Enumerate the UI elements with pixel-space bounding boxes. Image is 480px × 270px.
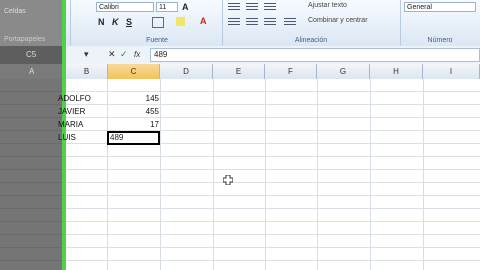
font-group-label: Fuente [146, 37, 168, 44]
left-panel-namebox: C5 [0, 46, 62, 64]
left-panel-label: Portapapeles [4, 36, 46, 43]
number-group-label: Número [427, 37, 453, 44]
ribbon: Calibri 11 A N K S A Fuente Ajustar text… [66, 0, 480, 47]
align-bottom-icon[interactable] [264, 3, 276, 11]
grid-line [423, 79, 424, 270]
name-box-ref: C5 [26, 50, 37, 59]
left-panel: Celdas Portapapeles C5 A [0, 0, 62, 270]
align-right-icon[interactable] [264, 18, 276, 26]
fill-color-icon[interactable] [176, 17, 185, 26]
bold-button[interactable]: N [98, 17, 105, 27]
alignment-group: Ajustar texto Combinar y centrar Alineac… [222, 0, 401, 46]
ribbon-clipboard-edge [66, 0, 71, 46]
underline-button[interactable]: S [126, 17, 132, 27]
wrap-text-button[interactable]: Ajustar texto [308, 2, 347, 9]
cell-b5[interactable]: LUIS [58, 131, 76, 144]
grow-font-button[interactable]: A [182, 2, 189, 12]
grid-line [265, 79, 266, 270]
col-header-c[interactable]: C [108, 64, 160, 79]
indent-icon[interactable] [284, 18, 296, 26]
number-group: General Número [400, 0, 480, 46]
font-color-button[interactable]: A [200, 16, 207, 26]
active-cell-c5[interactable]: 489 [107, 131, 160, 145]
cell-b4[interactable]: MARIA [58, 118, 83, 131]
grid-line [160, 79, 161, 270]
left-panel-title: Celdas [4, 8, 26, 15]
alignment-group-label: Alineación [294, 37, 328, 44]
left-panel-rows [0, 79, 62, 270]
grid-line [317, 79, 318, 270]
col-header-g[interactable]: G [317, 64, 370, 79]
col-header-h[interactable]: H [370, 64, 423, 79]
cell-b3[interactable]: JAVIER [58, 105, 85, 118]
font-name-box[interactable]: Calibri [96, 2, 154, 12]
grid-line [370, 79, 371, 270]
cancel-entry-button[interactable]: ✕ [108, 49, 116, 60]
borders-icon[interactable] [152, 17, 164, 28]
col-a-label: A [29, 67, 35, 76]
enter-entry-button[interactable]: ✓ [120, 49, 128, 60]
col-header-i[interactable]: I [423, 64, 480, 79]
crosshair-cursor-icon [223, 175, 233, 185]
col-header-b[interactable]: B [66, 64, 108, 79]
left-panel-header: A [0, 64, 62, 79]
merge-center-button[interactable]: Combinar y centrar [308, 17, 368, 24]
italic-button[interactable]: K [112, 17, 119, 27]
cell-c2[interactable]: 145 [107, 92, 159, 105]
cell-b2[interactable]: ADOLFO [58, 92, 91, 105]
align-center-icon[interactable] [246, 18, 258, 26]
col-header-f[interactable]: F [265, 64, 317, 79]
active-cell-text: 489 [110, 133, 124, 142]
grid-line [213, 79, 214, 270]
cell-c3[interactable]: 455 [107, 105, 159, 118]
insert-function-button[interactable]: fx [134, 49, 140, 60]
font-group: Calibri 11 A N K S A Fuente [92, 0, 223, 46]
align-left-icon[interactable] [228, 18, 240, 26]
number-format-box[interactable]: General [404, 2, 476, 12]
cell-c4[interactable]: 17 [107, 118, 159, 131]
col-header-d[interactable]: D [160, 64, 213, 79]
formula-dropdown-icon[interactable]: ▾ [84, 49, 89, 60]
align-top-icon[interactable] [228, 3, 240, 11]
font-size-box[interactable]: 11 [156, 2, 178, 12]
align-middle-icon[interactable] [246, 3, 258, 11]
col-header-e[interactable]: E [213, 64, 265, 79]
formula-input[interactable]: 489 [150, 48, 480, 62]
column-headers: B C D E F G H I [66, 64, 480, 80]
